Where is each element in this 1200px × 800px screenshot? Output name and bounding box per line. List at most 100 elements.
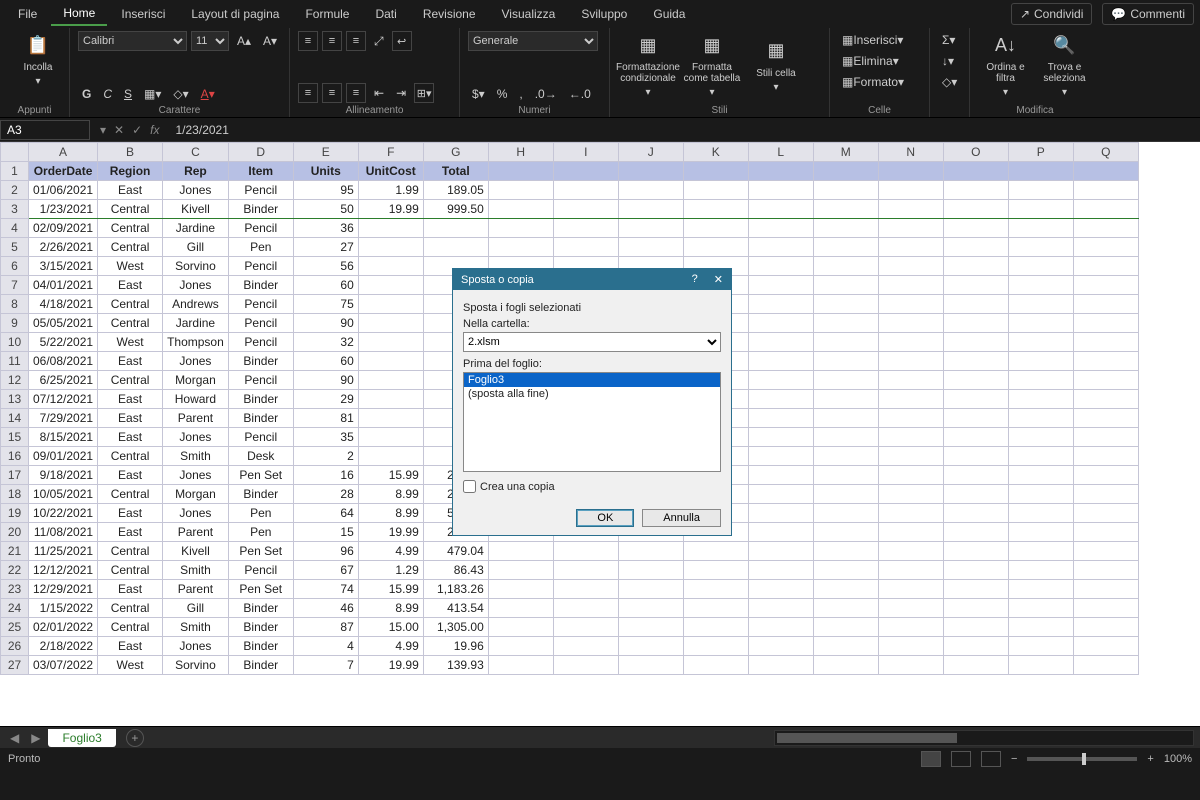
cell[interactable]: 28 [293,485,358,504]
row-header-7[interactable]: 7 [1,276,29,295]
cell[interactable]: 1.99 [358,181,423,200]
cell[interactable] [358,257,423,276]
currency-button[interactable]: $▾ [468,85,489,103]
cell[interactable]: 4 [293,637,358,656]
cell[interactable]: Jones [163,181,229,200]
cell[interactable] [488,162,553,181]
cell[interactable]: 19.99 [358,523,423,542]
cell[interactable]: 60 [293,276,358,295]
cell[interactable] [1008,542,1073,561]
cell[interactable]: 15.99 [358,466,423,485]
cell[interactable] [813,390,878,409]
cell[interactable] [813,333,878,352]
col-header-O[interactable]: O [943,143,1008,162]
cell[interactable] [748,580,813,599]
dialog-sheet-list[interactable]: Foglio3(sposta alla fine) [463,372,721,472]
cell[interactable]: Binder [228,656,293,675]
cell[interactable] [748,200,813,219]
cell[interactable]: 1,183.26 [423,580,488,599]
cell[interactable]: Pen Set [228,466,293,485]
cell[interactable] [1008,314,1073,333]
cell[interactable]: Binder [228,599,293,618]
cell[interactable] [1008,276,1073,295]
format-as-table-button[interactable]: ▦Formatta come tabella▾ [682,31,742,98]
sort-filter-button[interactable]: A↓Ordina e filtra▾ [978,31,1033,98]
cell[interactable] [813,485,878,504]
cell[interactable]: 2 [293,447,358,466]
sheet-tab[interactable]: Foglio3 [48,729,115,747]
add-sheet-button[interactable]: + [126,729,144,747]
cell[interactable]: Jones [163,466,229,485]
cell[interactable] [618,542,683,561]
tab-sviluppo[interactable]: Sviluppo [569,3,639,25]
cell[interactable]: 12/29/2021 [29,580,98,599]
cell[interactable] [813,314,878,333]
cell[interactable] [488,219,553,238]
cell[interactable] [683,561,748,580]
cell[interactable]: Central [98,447,163,466]
format-cells-button[interactable]: ▦ Formato ▾ [838,73,921,91]
cell[interactable] [813,504,878,523]
cell[interactable] [878,409,943,428]
cell[interactable]: 8/15/2021 [29,428,98,447]
cell[interactable]: East [98,580,163,599]
cell[interactable]: Andrews [163,295,229,314]
row-header-15[interactable]: 15 [1,428,29,447]
cell[interactable] [878,314,943,333]
cell[interactable]: 05/05/2021 [29,314,98,333]
cell[interactable] [488,238,553,257]
cell[interactable]: Jardine [163,314,229,333]
cell[interactable] [943,409,1008,428]
cell[interactable] [748,333,813,352]
cell[interactable] [1008,409,1073,428]
cell[interactable]: Binder [228,390,293,409]
cell[interactable]: 139.93 [423,656,488,675]
cell[interactable] [1073,409,1138,428]
cell[interactable]: Jones [163,637,229,656]
cell[interactable] [943,181,1008,200]
find-select-button[interactable]: 🔍Trova e seleziona▾ [1037,31,1092,98]
cell[interactable] [1073,333,1138,352]
cell[interactable] [358,295,423,314]
cell[interactable]: Central [98,561,163,580]
insert-cells-button[interactable]: ▦ Inserisci ▾ [838,31,921,49]
cell[interactable]: Thompson [163,333,229,352]
cell[interactable] [683,162,748,181]
cell[interactable]: Sorvino [163,257,229,276]
col-header-N[interactable]: N [878,143,943,162]
cell[interactable]: East [98,276,163,295]
row-header-22[interactable]: 22 [1,561,29,580]
cell[interactable] [748,390,813,409]
tab-file[interactable]: File [6,3,49,25]
dialog-cancel-button[interactable]: Annulla [642,509,721,527]
italic-button[interactable]: C [99,85,116,103]
cell[interactable] [748,447,813,466]
cell[interactable] [683,238,748,257]
cell[interactable] [943,162,1008,181]
cell[interactable] [488,637,553,656]
cell[interactable] [878,523,943,542]
cell[interactable] [683,542,748,561]
cell[interactable]: Jones [163,352,229,371]
cell[interactable] [423,238,488,257]
tab-visualizza[interactable]: Visualizza [490,3,568,25]
cell[interactable] [1008,599,1073,618]
cell[interactable]: Central [98,314,163,333]
normal-view-button[interactable] [921,751,941,767]
cell[interactable] [878,390,943,409]
cell[interactable]: Pencil [228,371,293,390]
row-header-19[interactable]: 19 [1,504,29,523]
cell[interactable] [683,181,748,200]
cell[interactable]: West [98,333,163,352]
cell[interactable] [943,276,1008,295]
cell[interactable]: Central [98,200,163,219]
cell[interactable] [943,485,1008,504]
cell[interactable]: 4.99 [358,542,423,561]
cell[interactable]: 96 [293,542,358,561]
row-header-24[interactable]: 24 [1,599,29,618]
cell[interactable] [813,466,878,485]
cell[interactable] [618,599,683,618]
cell[interactable] [943,352,1008,371]
cell[interactable] [813,295,878,314]
align-top-button[interactable]: ≡ [298,31,318,51]
